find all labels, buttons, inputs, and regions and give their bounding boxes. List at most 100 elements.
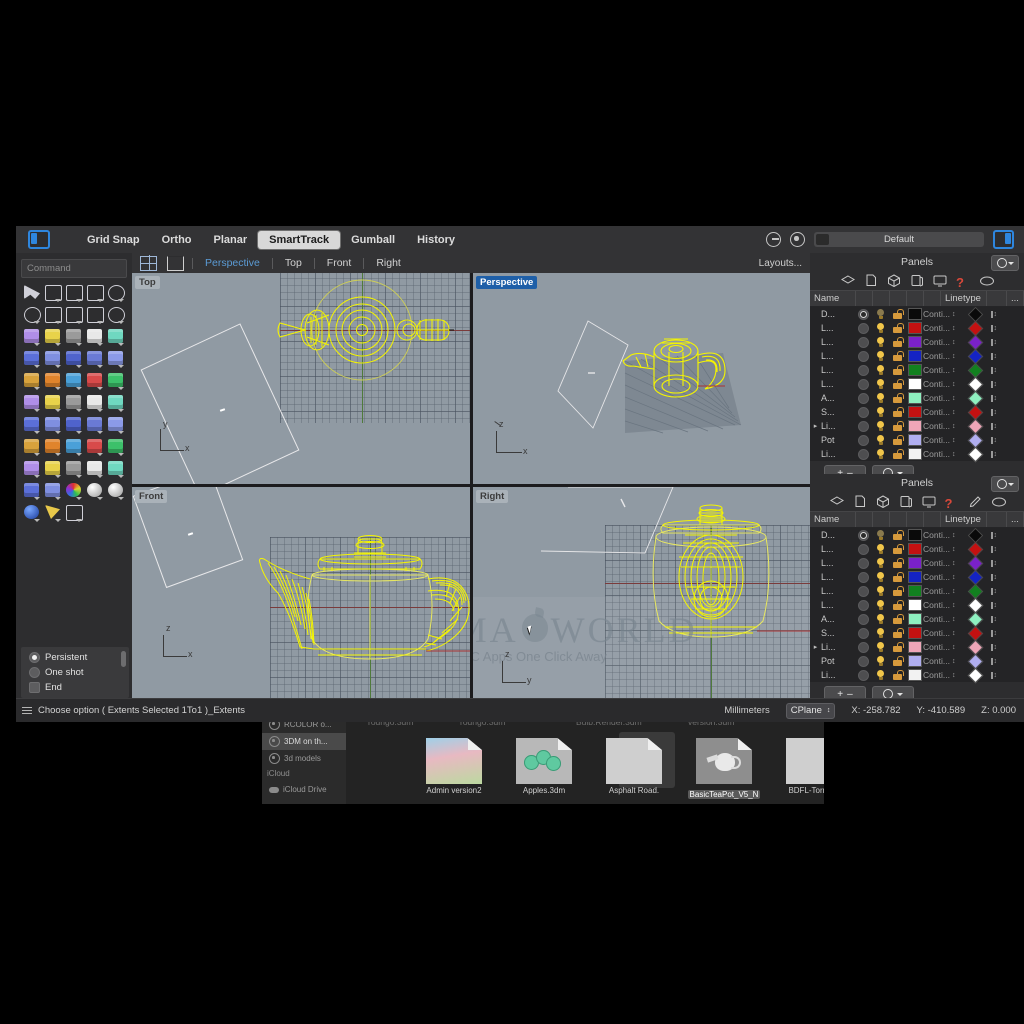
layer-current-toggle[interactable] [855, 434, 872, 446]
layer-current-toggle[interactable] [855, 322, 872, 334]
finder-sidebar-item[interactable]: 3d models [262, 750, 346, 767]
render-mesh-tool[interactable] [105, 415, 126, 435]
finder-file-item-selected[interactable]: BasicTeaPot_V5_N [678, 738, 770, 802]
layer-visibility-toggle[interactable] [872, 558, 889, 568]
layer-lock-toggle[interactable] [889, 544, 906, 554]
column-header-blank[interactable] [873, 512, 890, 527]
layer-color-swatch[interactable] [906, 364, 923, 376]
shade-tool[interactable] [21, 437, 42, 457]
trim-tool[interactable] [84, 349, 105, 369]
layer-visibility-toggle[interactable] [872, 379, 889, 389]
tab-right[interactable]: Right [372, 257, 405, 269]
layer-lock-toggle[interactable] [889, 586, 906, 596]
layer-linetype[interactable]: Conti... ↕ [923, 572, 967, 582]
layer-print-width[interactable]: ↕ [984, 450, 1004, 458]
finder-sidebar-item[interactable]: iCloud Drive [262, 781, 346, 798]
layer-color-swatch[interactable] [906, 420, 923, 432]
zoom-window-tool[interactable] [105, 437, 126, 457]
layer-lock-toggle[interactable] [889, 449, 906, 459]
viewport-label[interactable]: Front [135, 490, 168, 503]
layer-row[interactable]: L... Conti... ↕ ↕ [810, 541, 1024, 557]
curve-tool[interactable] [84, 283, 105, 303]
toggle-grid-snap[interactable]: Grid Snap [76, 231, 151, 249]
layer-lock-toggle[interactable] [889, 558, 906, 568]
viewport-perspective[interactable]: Perspective z x [473, 273, 810, 484]
layer-print-width[interactable]: ↕ [984, 601, 1004, 609]
layer-visibility-toggle[interactable] [872, 656, 889, 666]
transform-tool[interactable] [21, 393, 42, 413]
layer-current-toggle[interactable] [855, 420, 872, 432]
layer-print-width[interactable]: ↕ [984, 615, 1004, 623]
layer-row[interactable]: A... Conti... ↕ ↕ [810, 390, 1024, 406]
layer-print-width[interactable]: ↕ [984, 338, 1004, 346]
layer-current-toggle[interactable] [855, 308, 872, 320]
column-header-blank[interactable] [987, 291, 1007, 306]
column-header-blank[interactable] [907, 512, 924, 527]
finder-file-grid[interactable]: rodrigo.3dm rodrigo.3dm Bulb.Render.3dm … [346, 716, 824, 804]
grid-tool[interactable] [21, 415, 42, 435]
layer-visibility-toggle[interactable] [872, 572, 889, 582]
object-icon[interactable] [876, 494, 890, 508]
viewport-label[interactable]: Perspective [476, 276, 538, 289]
layer-linetype[interactable]: Conti... ↕ [923, 337, 967, 347]
layer-current-toggle[interactable] [855, 655, 872, 667]
layer-row[interactable]: A... Conti... ↕ ↕ [810, 611, 1024, 627]
lock-tool[interactable] [21, 481, 42, 501]
column-header-linetype[interactable]: Linetype [941, 291, 987, 306]
layer-print-width[interactable]: ↕ [984, 657, 1004, 665]
layer-color-swatch[interactable] [906, 406, 923, 418]
layer-lock-toggle[interactable] [889, 365, 906, 375]
layer-print-color[interactable] [967, 418, 984, 434]
layer-print-color[interactable] [967, 639, 984, 655]
layer-print-width[interactable]: ↕ [984, 380, 1004, 388]
layer-linetype[interactable]: Conti... ↕ [923, 309, 967, 319]
finder-file-item[interactable]: BDFL-Tornillo- [768, 738, 824, 795]
check-tool[interactable] [84, 415, 105, 435]
layer-current-toggle[interactable] [855, 599, 872, 611]
finder-file-item[interactable]: Apples.3dm [498, 738, 590, 795]
layer-linetype[interactable]: Conti... ↕ [923, 407, 967, 417]
layer-visibility-toggle[interactable] [872, 586, 889, 596]
color-wheel-tool[interactable] [63, 481, 84, 501]
layer-lock-toggle[interactable] [889, 407, 906, 417]
layer-print-color[interactable] [967, 432, 984, 448]
point-tool[interactable] [42, 283, 63, 303]
layer-color-swatch[interactable] [906, 392, 923, 404]
layers-icon[interactable] [841, 274, 855, 287]
toggle-gumball[interactable]: Gumball [340, 231, 406, 249]
layer-visibility-toggle[interactable] [872, 600, 889, 610]
viewport-front[interactable]: Front z x [132, 487, 470, 699]
blend-tool[interactable] [42, 349, 63, 369]
layer-list[interactable]: D... Conti... ↕ ↕ L... Conti... ↕ ↕ L... Conti...… [810, 306, 1024, 462]
toggle-history[interactable]: History [406, 231, 466, 249]
layer-lock-toggle[interactable] [889, 530, 906, 540]
sphere-render-tool[interactable] [21, 503, 42, 523]
workspace-selector[interactable]: Default [814, 232, 984, 247]
layer-linetype[interactable]: Conti... ↕ [923, 393, 967, 403]
layer-linetype[interactable]: Conti... ↕ [923, 435, 967, 445]
layer-current-toggle[interactable] [855, 543, 872, 555]
gear-dropdown-icon[interactable] [991, 476, 1019, 492]
column-header-blank[interactable] [924, 291, 941, 306]
dimension-linear-tool[interactable] [63, 503, 84, 523]
layer-list[interactable]: D... Conti... ↕ ↕ L... Conti... ↕ ↕ L... Conti...… [810, 527, 1024, 683]
help-icon[interactable]: ? [956, 274, 970, 289]
layer-row[interactable]: L... Conti... ↕ ↕ [810, 569, 1024, 585]
layer-visibility-toggle[interactable] [872, 337, 889, 347]
layer-current-toggle[interactable] [855, 364, 872, 376]
layer-lock-toggle[interactable] [889, 614, 906, 624]
fillet-tool[interactable] [63, 371, 84, 391]
layer-color-swatch[interactable] [906, 599, 923, 611]
column-header-blank[interactable] [890, 512, 907, 527]
column-header-name[interactable]: Name [810, 512, 856, 527]
osnap-scrollbar[interactable] [121, 651, 126, 667]
layer-visibility-toggle[interactable] [872, 449, 889, 459]
layer-print-width[interactable]: ↕ [984, 531, 1004, 539]
cone-tool[interactable] [42, 503, 63, 523]
layer-visibility-toggle[interactable] [872, 614, 889, 624]
chamfer-tool[interactable] [84, 371, 105, 391]
layer-lock-toggle[interactable] [889, 600, 906, 610]
layer-visibility-toggle[interactable] [872, 435, 889, 445]
dimension-tool[interactable] [42, 415, 63, 435]
command-input[interactable]: Command [21, 259, 127, 278]
